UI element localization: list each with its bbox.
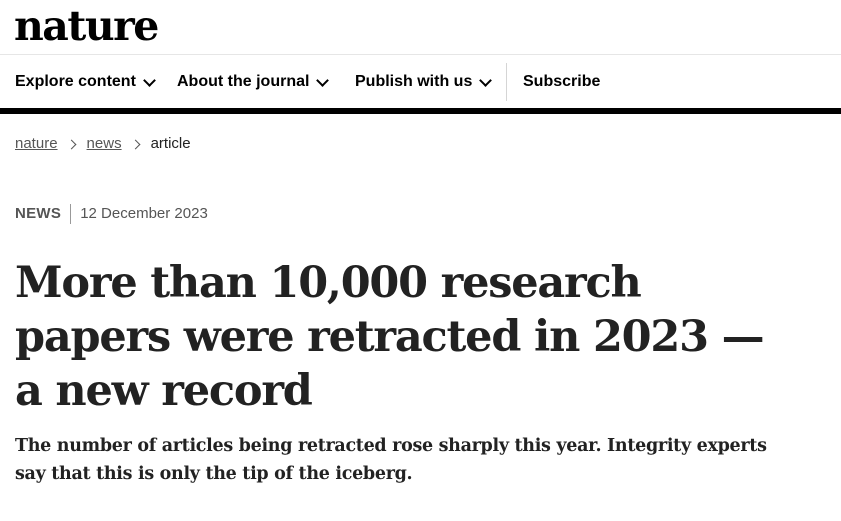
- article-type: NEWS: [15, 205, 62, 222]
- article-title: More than 10,000 research papers were re…: [15, 258, 765, 416]
- nav-publish-with-us[interactable]: Publish with us: [355, 72, 493, 92]
- nav-explore-content[interactable]: Explore content: [15, 72, 156, 92]
- header-divider: [0, 54, 841, 55]
- meta-divider: [70, 204, 72, 224]
- header-bottom-bar: [0, 108, 841, 114]
- article-date: 12 December 2023: [80, 205, 208, 222]
- nature-logo[interactable]: nature: [14, 2, 159, 50]
- breadcrumb: nature news article: [15, 134, 191, 154]
- nav-divider: [506, 63, 507, 101]
- article-meta: NEWS 12 December 2023: [15, 204, 208, 224]
- subscribe-link[interactable]: Subscribe: [523, 72, 600, 92]
- nav-about-journal-label: About the journal: [177, 73, 310, 90]
- breadcrumb-nature[interactable]: nature: [15, 134, 58, 154]
- chevron-down-icon: [143, 73, 156, 87]
- article-standfirst: The number of articles being retracted r…: [15, 436, 767, 484]
- subscribe-label: Subscribe: [523, 73, 601, 90]
- nav-explore-content-label: Explore content: [15, 73, 136, 90]
- main-nav: Explore content About the journal Publis…: [0, 56, 841, 108]
- breadcrumb-news[interactable]: news: [87, 134, 122, 154]
- nav-publish-with-us-label: Publish with us: [355, 73, 473, 90]
- chevron-down-icon: [316, 73, 330, 87]
- nav-about-journal[interactable]: About the journal: [177, 72, 330, 92]
- chevron-right-icon: [66, 139, 76, 149]
- breadcrumb-current: article: [150, 135, 191, 152]
- chevron-right-icon: [130, 139, 141, 149]
- chevron-down-icon: [479, 73, 493, 87]
